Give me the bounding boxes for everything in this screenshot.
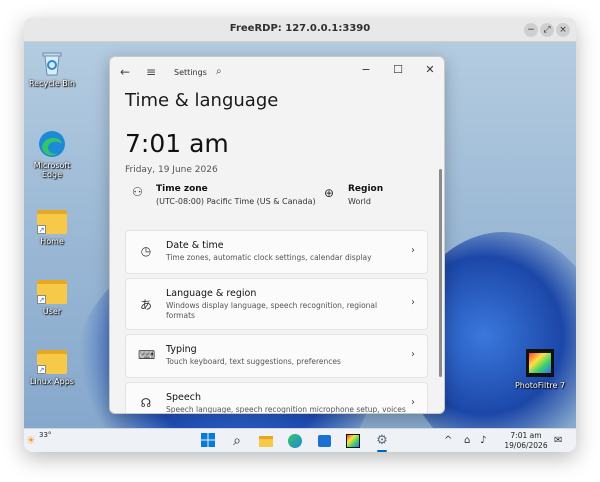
settings-window: ← ≡ Settings ⌕ − ☐ ✕ Time & language 7:0… (109, 56, 445, 414)
globe-icon: ⊕ (324, 186, 335, 200)
chevron-right-icon: › (411, 297, 415, 308)
taskbar-settings[interactable]: ⚙ (374, 433, 390, 449)
desktop: Recycle Bin Microsoft Edge ↗ Home ↗ User… (24, 42, 576, 428)
chevron-right-icon: › (411, 349, 415, 360)
settings-close-button[interactable]: ✕ (420, 63, 440, 76)
search-icon[interactable]: ⌕ (216, 66, 222, 77)
desktop-icon-linux-apps[interactable]: ↗ Linux Apps (24, 350, 80, 386)
settings-minimize-button[interactable]: − (356, 63, 376, 76)
time-zone-title: Time zone (156, 184, 208, 194)
freerdp-window: FreeRDP: 127.0.0.1:3390 − ⤢ × Recycle Bi… (24, 18, 576, 452)
settings-maximize-button[interactable]: ☐ (388, 63, 408, 76)
weather-temperature: 33° (39, 431, 52, 439)
folder-icon: ↗ (37, 350, 67, 374)
current-time: 7:01 am (125, 129, 229, 158)
card-description: Windows display language, speech recogni… (166, 301, 378, 320)
weather-icon[interactable]: ☀ (26, 434, 36, 447)
region-title: Region (348, 184, 384, 194)
hamburger-menu-icon[interactable]: ≡ (146, 65, 156, 79)
taskbar-edge[interactable] (287, 433, 303, 449)
current-date: Friday, 19 June 2026 (125, 165, 218, 175)
desktop-icon-label: Microsoft Edge (33, 161, 71, 179)
card-typing[interactable]: ⌨ Typing Touch keyboard, text suggestion… (125, 334, 428, 378)
shortcut-arrow-icon: ↗ (37, 295, 46, 304)
page-title: Time & language (125, 90, 279, 111)
desktop-icon-label: Recycle Bin (28, 79, 76, 88)
region-value: World (348, 197, 371, 206)
back-arrow-icon[interactable]: ← (120, 65, 130, 79)
time-zone-icon: ⚇ (132, 185, 143, 199)
card-date-time[interactable]: ◷ Date & time Time zones, automatic cloc… (125, 230, 428, 274)
taskbar-file-explorer[interactable] (258, 433, 274, 449)
volume-icon[interactable]: ♪ (480, 435, 486, 446)
desktop-icon-edge[interactable]: Microsoft Edge (24, 130, 80, 179)
network-icon[interactable]: ⌂ (464, 435, 470, 446)
active-app-indicator (377, 450, 387, 452)
desktop-icon-label: Linux Apps (30, 377, 74, 386)
photofiltre-icon (346, 434, 360, 448)
desktop-icon-label: Home (40, 237, 64, 246)
taskbar: ☀ 33° ⌕ ⚙ ^ ⌂ ♪ 7:01 am 19/06/2026 ✉ (24, 428, 576, 452)
language-icon: あ (139, 298, 152, 312)
desktop-icon-recycle-bin[interactable]: Recycle Bin (24, 50, 80, 88)
desktop-icon-home[interactable]: ↗ Home (24, 210, 80, 246)
desktop-icon-label: PhotoFiltre 7 (514, 381, 566, 390)
edge-icon (39, 131, 65, 157)
rdp-title: FreeRDP: 127.0.0.1:3390 (229, 23, 371, 34)
shortcut-arrow-icon: ↗ (37, 225, 46, 234)
date-time-icon: ◷ (140, 244, 152, 258)
desktop-icon-label: User (42, 307, 62, 316)
chevron-right-icon: › (411, 397, 415, 408)
notification-icon[interactable]: ✉ (554, 435, 562, 446)
taskbar-clock[interactable]: 7:01 am 19/06/2026 (502, 431, 550, 451)
card-title: Speech (166, 392, 201, 403)
desktop-icon-user[interactable]: ↗ User (24, 280, 80, 316)
time-zone-value: (UTC-08:00) Pacific Time (US & Canada) (156, 197, 316, 206)
card-description: Time zones, automatic clock settings, ca… (166, 253, 372, 262)
card-speech[interactable]: ☊ Speech Speech language, speech recogni… (125, 382, 428, 414)
rdp-minimize-button[interactable]: − (524, 23, 538, 37)
taskbar-search-icon[interactable]: ⌕ (229, 433, 245, 449)
card-description: Touch keyboard, text suggestions, prefer… (166, 357, 341, 366)
folder-icon: ↗ (37, 280, 67, 304)
taskbar-store[interactable] (316, 433, 332, 449)
card-language-region[interactable]: あ Language & region Windows display lang… (125, 278, 428, 330)
edge-icon (288, 434, 302, 448)
windows-logo-icon (201, 433, 215, 447)
gear-icon: ⚙ (376, 433, 388, 448)
shortcut-arrow-icon: ↗ (37, 365, 46, 374)
card-description: Speech language, speech recognition micr… (166, 405, 406, 414)
rdp-close-button[interactable]: × (556, 23, 570, 37)
rdp-restore-button[interactable]: ⤢ (540, 23, 554, 37)
file-explorer-icon (259, 436, 273, 447)
card-title: Date & time (166, 240, 224, 251)
store-icon (317, 435, 331, 447)
settings-titlebar[interactable]: ← ≡ Settings ⌕ − ☐ ✕ (110, 57, 444, 89)
card-title: Typing (166, 344, 197, 355)
folder-icon: ↗ (37, 210, 67, 234)
chevron-up-icon[interactable]: ^ (444, 435, 452, 446)
card-title: Language & region (166, 288, 257, 299)
taskbar-photofiltre[interactable] (345, 433, 361, 449)
keyboard-icon: ⌨ (138, 348, 156, 362)
photofiltre-icon (526, 349, 554, 377)
scrollbar[interactable] (439, 169, 442, 377)
recycle-bin-icon (42, 52, 62, 76)
settings-app-name: Settings (174, 68, 207, 77)
rdp-titlebar[interactable]: FreeRDP: 127.0.0.1:3390 − ⤢ × (24, 18, 576, 42)
desktop-icon-photofiltre[interactable]: PhotoFiltre 7 (512, 348, 568, 390)
taskbar-time: 7:01 am (510, 431, 542, 440)
taskbar-date: 19/06/2026 (504, 441, 548, 450)
speech-icon: ☊ (140, 396, 152, 410)
start-button[interactable] (200, 433, 216, 449)
chevron-right-icon: › (411, 245, 415, 256)
